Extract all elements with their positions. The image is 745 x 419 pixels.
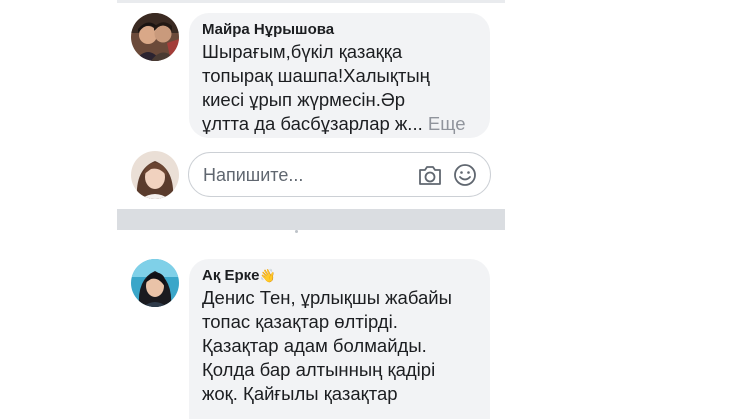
comment-body: Шырағым,бүкіл қазаққа топырақ шашпа!Халы…: [202, 40, 476, 136]
comments-panel: Майра Нұрышова Шырағым,бүкіл қазаққа топ…: [117, 0, 505, 419]
section-divider: [117, 209, 505, 230]
avatar-photo-couple: [131, 13, 179, 61]
comment-text: Шырағым,бүкіл қазаққа топырақ шашпа!Халы…: [202, 41, 430, 134]
comment-author[interactable]: Майра Нұрышова: [202, 20, 476, 40]
divider-dot: [295, 230, 298, 233]
comment-composer[interactable]: Напишите...: [188, 152, 491, 197]
comment-bubble: Майра Нұрышова Шырағым,бүкіл қазаққа топ…: [189, 13, 490, 138]
waving-hand-icon: 👋: [259, 268, 276, 283]
avatar-photo-woman: [131, 151, 179, 199]
avatar[interactable]: [131, 13, 179, 61]
top-divider: [117, 0, 505, 3]
comment-text: Денис Тен, ұрлықшы жабайы топас қазақтар…: [202, 287, 452, 404]
comment-author-name: Ақ Ерке: [202, 267, 260, 284]
camera-icon[interactable]: [417, 163, 443, 187]
comment-author[interactable]: Ақ Ерке👋: [202, 266, 476, 286]
emoji-icon[interactable]: [452, 163, 478, 187]
see-more-link[interactable]: Еще: [428, 113, 466, 134]
comment-bubble: Ақ Ерке👋 Денис Тен, ұрлықшы жабайы топас…: [189, 259, 490, 419]
current-user-avatar: [131, 151, 179, 199]
avatar[interactable]: [131, 259, 179, 307]
comment-input[interactable]: Напишите...: [203, 164, 303, 186]
avatar-photo-woman-sea: [131, 259, 179, 307]
